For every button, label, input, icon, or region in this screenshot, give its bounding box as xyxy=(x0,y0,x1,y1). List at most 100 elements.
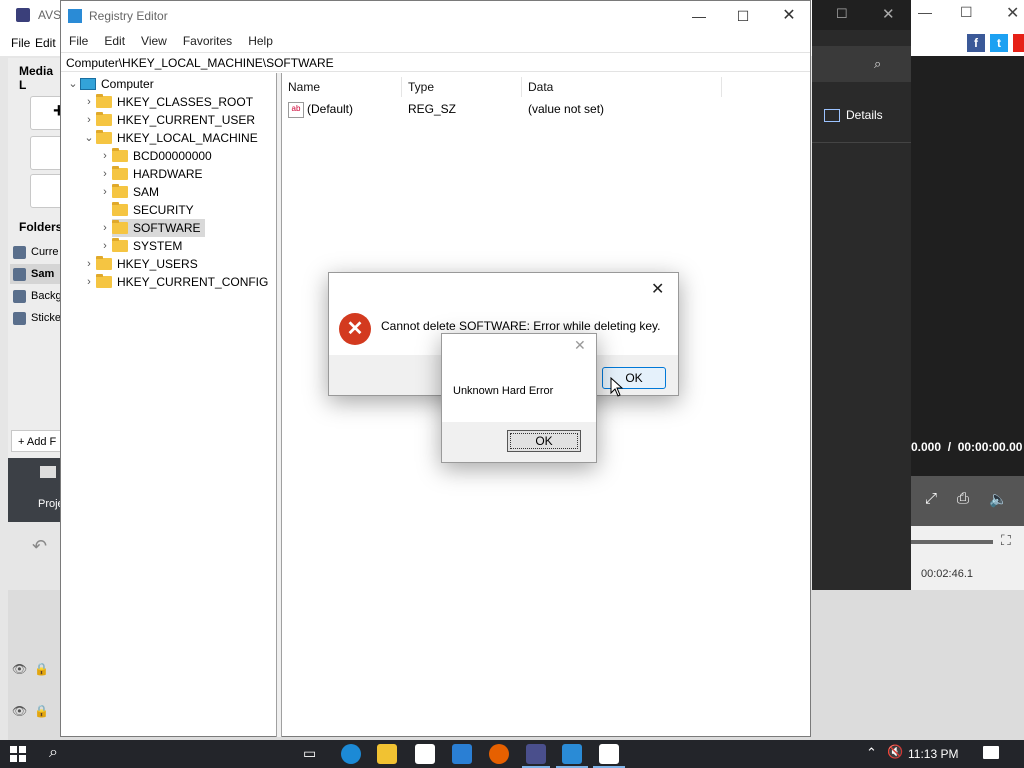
menu-edit[interactable]: Edit xyxy=(96,31,133,51)
column-header-type[interactable]: Type xyxy=(402,77,522,97)
folder-item[interactable]: Sam xyxy=(10,264,63,284)
search-icon: ⌕ xyxy=(874,56,882,71)
chevron-up-icon[interactable]: ⌃ xyxy=(866,745,877,761)
notification-icon[interactable] xyxy=(983,746,999,759)
add-folder-button[interactable]: + Add F xyxy=(11,430,63,452)
chevron-right-icon[interactable]: › xyxy=(82,93,96,111)
facebook-icon[interactable]: f xyxy=(967,34,985,52)
file-explorer-icon[interactable] xyxy=(377,744,397,764)
error-message: Cannot delete SOFTWARE: Error while dele… xyxy=(381,319,661,333)
column-header-data[interactable]: Data xyxy=(522,77,722,97)
chevron-right-icon[interactable]: › xyxy=(98,219,112,237)
close-icon[interactable]: ✕ xyxy=(574,337,586,354)
avs-preview-area: 0.000 / 00:00:00.00 ⤢ ⎙ 🔈 ⛶ 00:02:46.1 xyxy=(911,56,1024,592)
seek-bar[interactable] xyxy=(911,540,993,544)
avs-search-box[interactable]: ⌕ xyxy=(812,46,911,82)
preview-toolbar: ⤢ ⎙ 🔈 xyxy=(911,476,1024,526)
avs-video-icon[interactable] xyxy=(526,744,546,764)
maximize-icon[interactable]: ☐ xyxy=(960,4,973,21)
maximize-icon[interactable]: ☐ xyxy=(836,6,848,22)
details-icon xyxy=(824,109,840,123)
menu-file[interactable]: File xyxy=(61,31,96,51)
folder-icon xyxy=(96,256,112,270)
snapshot-icon[interactable]: ⎙ xyxy=(957,490,969,507)
menu-view[interactable]: View xyxy=(133,31,175,51)
close-icon[interactable]: ✕ xyxy=(882,5,895,23)
tree-item-hkcu[interactable]: › HKEY_CURRENT_USER xyxy=(82,111,255,129)
fit-icon[interactable]: ⛶ xyxy=(1001,532,1011,549)
column-header-name[interactable]: Name xyxy=(282,77,402,97)
folders-title: Folders xyxy=(19,220,63,234)
windows-start-icon[interactable] xyxy=(10,746,26,762)
close-icon[interactable]: ✕ xyxy=(779,6,799,26)
registry-menubar: File Edit View Favorites Help xyxy=(61,31,810,51)
chevron-right-icon[interactable]: › xyxy=(98,165,112,183)
tree-item-hklm[interactable]: ⌄ HKEY_LOCAL_MACHINE xyxy=(82,129,258,147)
task-view-icon[interactable]: ▭ xyxy=(303,745,316,762)
chevron-right-icon[interactable]: › xyxy=(82,111,96,129)
chevron-right-icon[interactable]: › xyxy=(82,273,96,291)
menu-favorites[interactable]: Favorites xyxy=(175,31,240,51)
edge-icon[interactable] xyxy=(341,744,361,764)
eye-icon[interactable]: 👁 xyxy=(12,704,27,718)
eye-icon[interactable]: 👁 xyxy=(12,662,27,676)
avs-title: AVS xyxy=(38,8,62,22)
tree-item-hkcr[interactable]: › HKEY_CLASSES_ROOT xyxy=(82,93,253,111)
maximize-icon[interactable]: ☐ xyxy=(733,6,753,26)
chevron-down-icon[interactable]: ⌄ xyxy=(66,75,80,93)
search-icon[interactable]: ⌕ xyxy=(49,744,58,762)
folder-item[interactable]: Curre xyxy=(13,242,59,262)
tree-item-software[interactable]: › SOFTWARE xyxy=(98,219,205,237)
time-readout: 0.000 / 00:00:00.00 xyxy=(911,440,1023,454)
folder-icon xyxy=(112,220,128,234)
regedit-taskbar-icon[interactable] xyxy=(562,744,582,764)
avs-project-button[interactable]: Proje xyxy=(8,458,64,522)
volume-icon[interactable]: 🔈 xyxy=(989,490,1008,508)
close-icon[interactable]: ✕ xyxy=(651,279,664,299)
tree-item-hkcc[interactable]: › HKEY_CURRENT_CONFIG xyxy=(82,273,268,291)
project-icon xyxy=(40,466,56,478)
value-name[interactable]: ab (Default) xyxy=(288,99,353,119)
lock-icon[interactable]: 🔒 xyxy=(34,662,49,676)
tree-item-system[interactable]: › SYSTEM xyxy=(98,237,182,255)
chevron-right-icon[interactable]: › xyxy=(98,237,112,255)
volume-muted-icon[interactable]: 🔇 xyxy=(887,744,903,760)
address-bar[interactable]: Computer\HKEY_LOCAL_MACHINE\SOFTWARE xyxy=(61,52,810,72)
checkbox-icon xyxy=(13,245,26,259)
chevron-right-icon[interactable]: › xyxy=(82,255,96,273)
close-icon[interactable]: ✕ xyxy=(1006,3,1019,23)
tree-item-security[interactable]: SECURITY xyxy=(98,201,194,219)
tree-item-hardware[interactable]: › HARDWARE xyxy=(98,165,203,183)
twitter-icon[interactable]: t xyxy=(990,34,1008,52)
minimize-icon[interactable]: — xyxy=(918,4,932,20)
avs-menu-file[interactable]: File xyxy=(11,36,30,50)
key-tree: ⌄ Computer › HKEY_CLASSES_ROOT › HKEY_CURRE… xyxy=(62,73,277,737)
tree-item-sam[interactable]: › SAM xyxy=(98,183,159,201)
dialog-taskbar-icon[interactable] xyxy=(599,744,619,764)
chevron-down-icon[interactable]: ⌄ xyxy=(82,129,96,147)
chevron-right-icon[interactable]: › xyxy=(98,147,112,165)
avs-app-icon xyxy=(16,8,30,22)
firefox-icon[interactable] xyxy=(489,744,509,764)
minimize-icon[interactable]: — xyxy=(689,6,709,26)
clock[interactable]: 11:13 PM xyxy=(908,740,958,768)
tree-item-hku[interactable]: › HKEY_USERS xyxy=(82,255,198,273)
tree-item-bcd[interactable]: › BCD00000000 xyxy=(98,147,212,165)
folder-icon xyxy=(112,238,128,252)
avs-dark-panel: ⌕ Details xyxy=(812,30,911,592)
store-icon[interactable] xyxy=(415,744,435,764)
youtube-icon[interactable] xyxy=(1013,34,1024,52)
avs-menu-edit[interactable]: Edit xyxy=(35,36,56,50)
tree-item-computer[interactable]: ⌄ Computer xyxy=(66,75,153,93)
lock-icon[interactable]: 🔒 xyxy=(34,704,49,718)
mail-icon[interactable] xyxy=(452,744,472,764)
undo-icon[interactable]: ↶ xyxy=(32,536,47,557)
chevron-right-icon[interactable]: › xyxy=(98,183,112,201)
ok-button[interactable]: OK xyxy=(507,430,581,452)
folder-item[interactable]: Sticke xyxy=(13,308,61,328)
details-tab[interactable]: Details xyxy=(824,108,883,123)
fullscreen-icon[interactable]: ⤢ xyxy=(925,490,937,507)
folder-item[interactable]: Backg xyxy=(13,286,62,306)
menu-help[interactable]: Help xyxy=(240,31,281,51)
taskbar: ⌕ ▭ ⌃ 🔇 11:13 PM xyxy=(0,740,1024,768)
